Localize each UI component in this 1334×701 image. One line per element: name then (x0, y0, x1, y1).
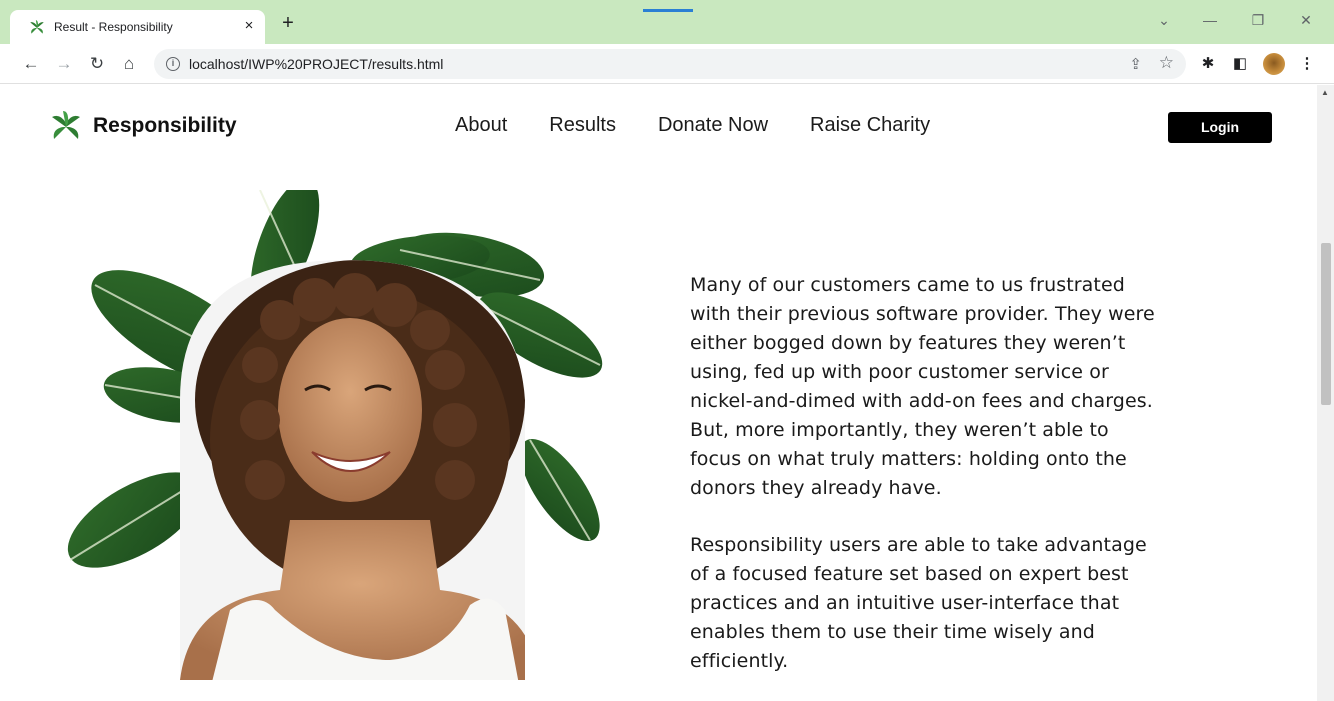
page-scrollbar[interactable]: ▲ (1317, 85, 1334, 701)
leaf-logo-icon (52, 111, 80, 139)
results-copy: Many of our customers came to us frustra… (690, 271, 1160, 676)
extensions-icon[interactable]: ✱ (1197, 53, 1219, 75)
browser-tab-bar: Result - Responsibility × + ⌄ — ❐ ✕ (0, 0, 1334, 44)
share-icon[interactable]: ⇪ (1129, 55, 1142, 73)
home-icon[interactable]: ⌂ (117, 52, 141, 76)
nav-raise-charity[interactable]: Raise Charity (810, 114, 930, 137)
copy-paragraph-2: Responsibility users are able to take ad… (690, 534, 1147, 672)
menu-icon[interactable]: ⋮ (1296, 53, 1318, 75)
browser-toolbar: ← → ↻ ⌂ i localhost/IWP%20PROJECT/result… (0, 44, 1334, 84)
forward-arrow-icon[interactable]: → (52, 52, 76, 76)
tab-search-chevron-icon[interactable]: ⌄ (1152, 12, 1176, 29)
url-text[interactable]: localhost/IWP%20PROJECT/results.html (189, 56, 443, 72)
browser-tab-active[interactable]: Result - Responsibility × (10, 10, 265, 44)
main-nav: About Results Donate Now Raise Charity (455, 114, 930, 137)
address-bar[interactable]: i localhost/IWP%20PROJECT/results.html ⇪… (154, 49, 1186, 79)
nav-donate-now[interactable]: Donate Now (658, 114, 768, 137)
brand-name[interactable]: Responsibility (93, 114, 237, 138)
login-button[interactable]: Login (1168, 112, 1272, 143)
side-panel-icon[interactable]: ◧ (1229, 53, 1251, 75)
site-header: Responsibility About Results Donate Now … (0, 85, 1317, 171)
tab-strip-indicator (643, 9, 693, 12)
back-arrow-icon[interactable]: ← (19, 52, 43, 76)
minimize-button[interactable]: — (1198, 12, 1222, 28)
copy-paragraph-1: Many of our customers came to us frustra… (690, 274, 1155, 499)
nav-results[interactable]: Results (549, 114, 616, 137)
hero-woman-with-leaves-image (67, 190, 603, 680)
scrollbar-thumb[interactable] (1321, 243, 1331, 405)
star-icon[interactable]: ☆ (1159, 53, 1174, 73)
nav-about[interactable]: About (455, 114, 507, 137)
tab-title: Result - Responsibility (54, 20, 173, 34)
restore-button[interactable]: ❐ (1246, 12, 1270, 29)
new-tab-button[interactable]: + (278, 13, 298, 33)
leaf-logo-icon (30, 20, 44, 34)
close-window-button[interactable]: ✕ (1294, 12, 1318, 29)
close-tab-icon[interactable]: × (241, 17, 257, 34)
page-viewport: Responsibility About Results Donate Now … (0, 85, 1334, 701)
info-icon[interactable]: i (166, 57, 180, 71)
scroll-up-arrow-icon[interactable]: ▲ (1321, 88, 1329, 97)
profile-avatar[interactable] (1263, 53, 1285, 75)
reload-icon[interactable]: ↻ (85, 52, 109, 76)
